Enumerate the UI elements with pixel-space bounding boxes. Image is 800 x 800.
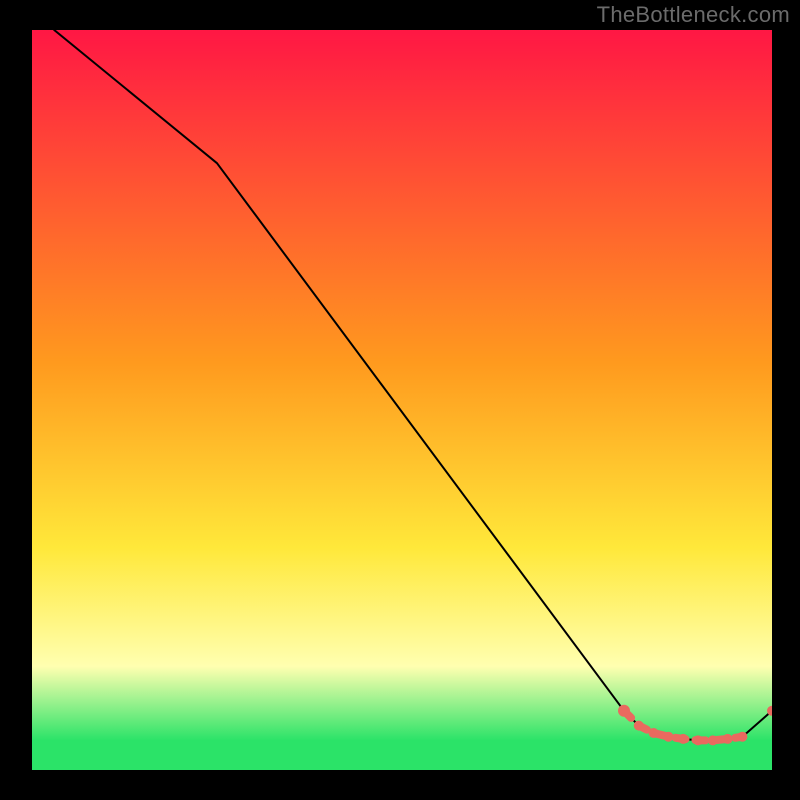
plot-svg <box>32 30 772 770</box>
chart-outer: TheBottleneck.com <box>0 0 800 800</box>
gradient-background <box>32 30 772 770</box>
plot-frame <box>32 30 772 770</box>
attribution-label: TheBottleneck.com <box>597 2 790 28</box>
